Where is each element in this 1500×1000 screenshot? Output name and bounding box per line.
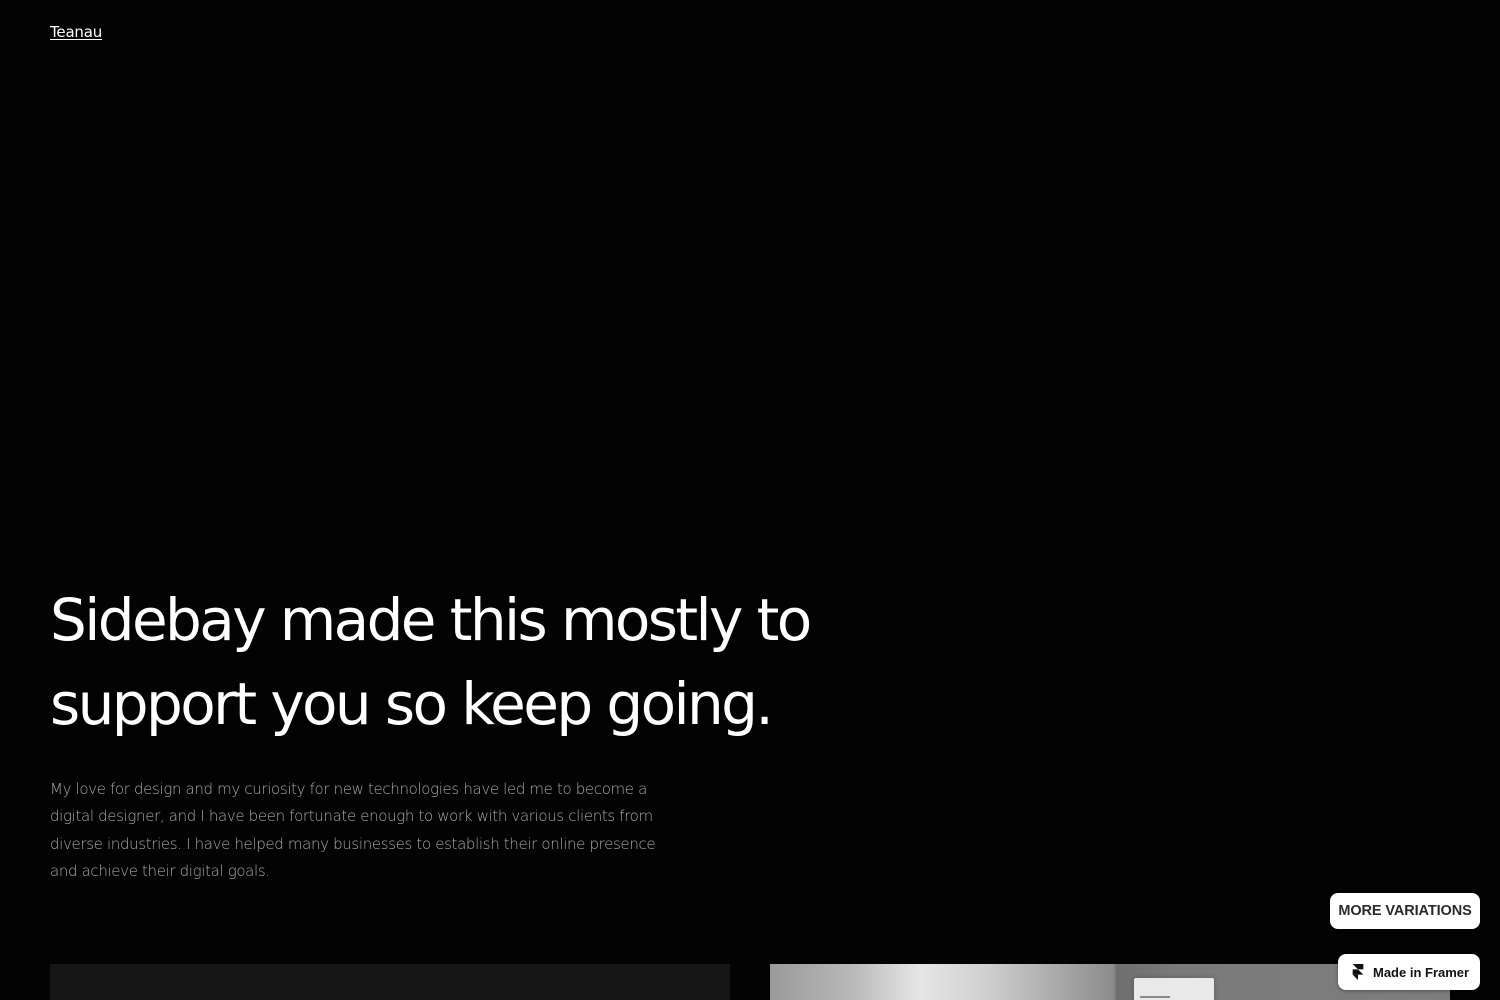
more-variations-button[interactable]: MORE VARIATIONS — [1330, 893, 1480, 929]
made-in-framer-badge[interactable]: Made in Framer — [1338, 954, 1480, 990]
hero-headline: Sidebay made this mostly to support you … — [50, 586, 812, 738]
made-in-framer-label: Made in Framer — [1373, 964, 1470, 980]
hero-intro-paragraph: My love for design and my curiosity for … — [50, 780, 656, 880]
framer-logo-icon — [1352, 964, 1364, 980]
project-card-left[interactable] — [50, 964, 730, 1000]
page: Teanau Sidebay made this mostly to suppo… — [0, 0, 1500, 1000]
site-logo-link[interactable]: Teanau — [50, 23, 102, 41]
product-box-image — [1134, 978, 1214, 1000]
product-box-label-line — [1140, 996, 1170, 998]
